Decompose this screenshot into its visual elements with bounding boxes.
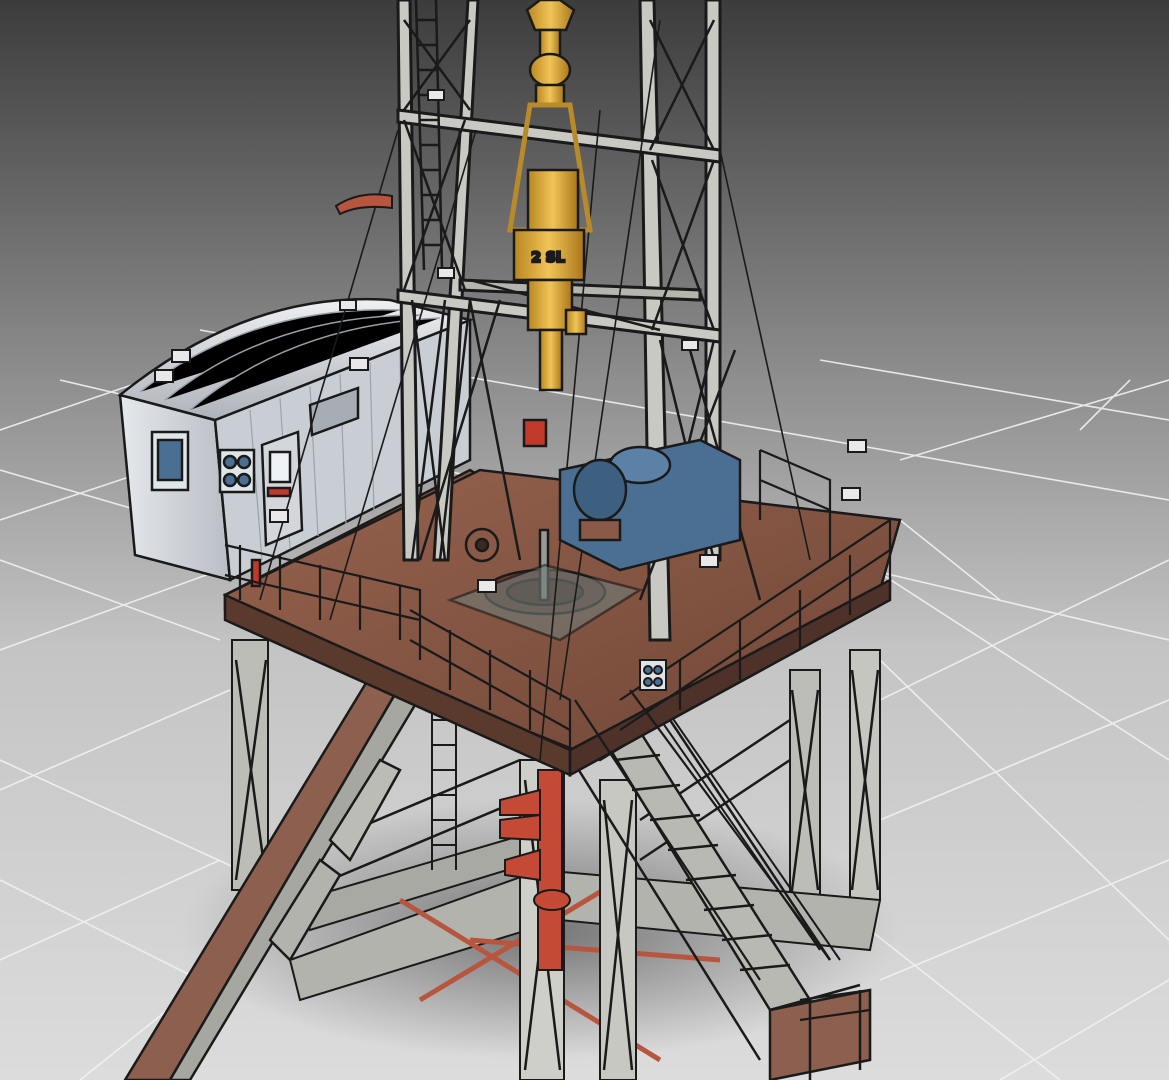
drilling-rig-render: 2 SL [0, 0, 1169, 1080]
block-label: 2 SL [531, 250, 565, 266]
deck-control-box [639, 659, 667, 691]
